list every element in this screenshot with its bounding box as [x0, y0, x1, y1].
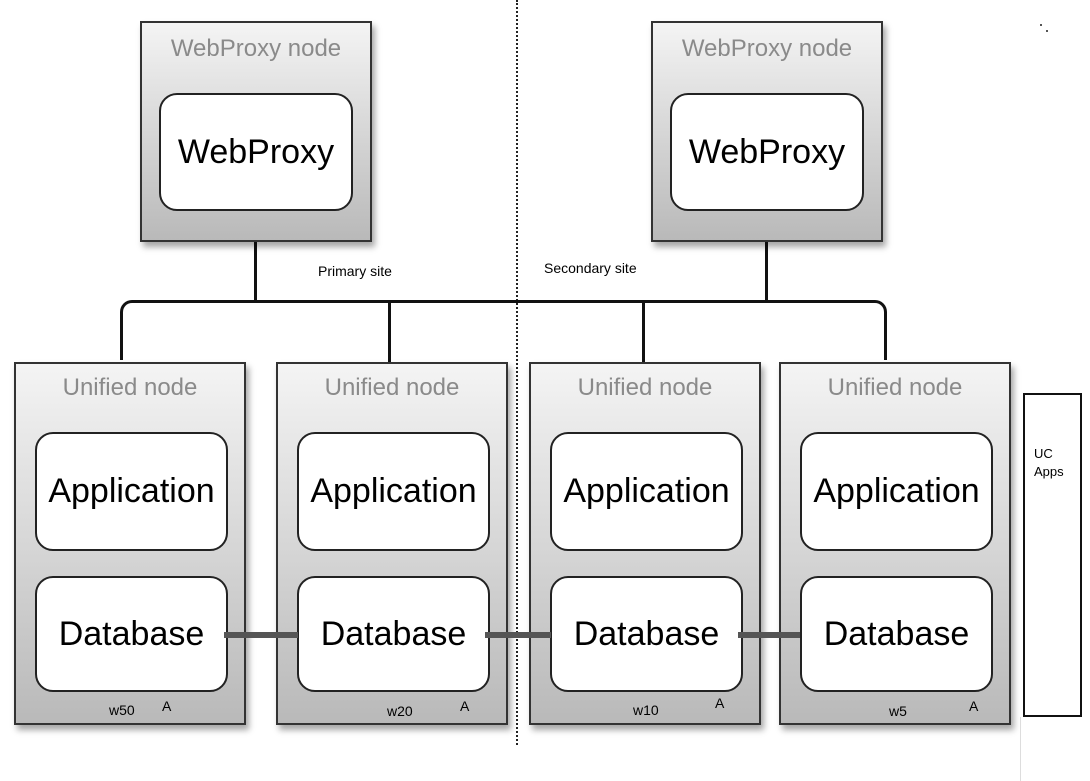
- uc-apps-label: UC Apps: [1034, 445, 1064, 481]
- secondary-site-label: Secondary site: [544, 260, 637, 276]
- database-box: Database: [800, 576, 993, 692]
- flag-label: A: [715, 695, 725, 711]
- faint-divider: [1020, 717, 1021, 781]
- primary-site-label: Primary site: [318, 263, 392, 279]
- unified-node-1: Unified node Application Database w50 A: [14, 362, 246, 725]
- un3-connector: [642, 300, 645, 362]
- weight-label: w50: [109, 702, 135, 718]
- application-box: Application: [800, 432, 993, 551]
- db-link-3-4: [738, 632, 800, 638]
- weight-label: w20: [387, 703, 413, 719]
- bus-line: [120, 300, 887, 360]
- database-box: Database: [35, 576, 228, 692]
- application-box: Application: [550, 432, 743, 551]
- database-box: Database: [297, 576, 490, 692]
- node-title: WebProxy node: [170, 35, 342, 62]
- wp2-connector: [765, 241, 768, 302]
- webproxy-box: WebProxy: [159, 93, 353, 211]
- application-box: Application: [35, 432, 228, 551]
- db-link-1-2: [224, 632, 298, 638]
- flag-label: A: [162, 698, 172, 714]
- node-title: WebProxy node: [681, 35, 853, 62]
- uc-apps-line1: UC: [1034, 446, 1053, 461]
- node-title: Unified node: [827, 374, 963, 401]
- flag-label: A: [460, 698, 470, 714]
- webproxy-node-2: WebProxy node WebProxy: [651, 21, 883, 242]
- weight-label: w5: [889, 703, 907, 719]
- unified-node-3: Unified node Application Database w10 A: [529, 362, 761, 725]
- uc-apps-box: UC Apps: [1023, 393, 1082, 717]
- diagram-canvas: Primary site Secondary site WebProxy nod…: [0, 0, 1090, 781]
- node-title: Unified node: [577, 374, 713, 401]
- webproxy-node-1: WebProxy node WebProxy: [140, 21, 372, 242]
- corner-dots: [1040, 24, 1042, 26]
- db-link-2-3: [485, 632, 551, 638]
- node-title: Unified node: [324, 374, 460, 401]
- webproxy-box: WebProxy: [670, 93, 864, 211]
- application-box: Application: [297, 432, 490, 551]
- unified-node-2: Unified node Application Database w20 A: [276, 362, 508, 725]
- wp1-connector: [254, 241, 257, 302]
- uc-apps-line2: Apps: [1034, 464, 1064, 479]
- database-box: Database: [550, 576, 743, 692]
- weight-label: w10: [633, 702, 659, 718]
- unified-node-4: Unified node Application Database w5 A: [779, 362, 1011, 725]
- node-title: Unified node: [62, 374, 198, 401]
- un2-connector: [388, 300, 391, 362]
- flag-label: A: [969, 698, 979, 714]
